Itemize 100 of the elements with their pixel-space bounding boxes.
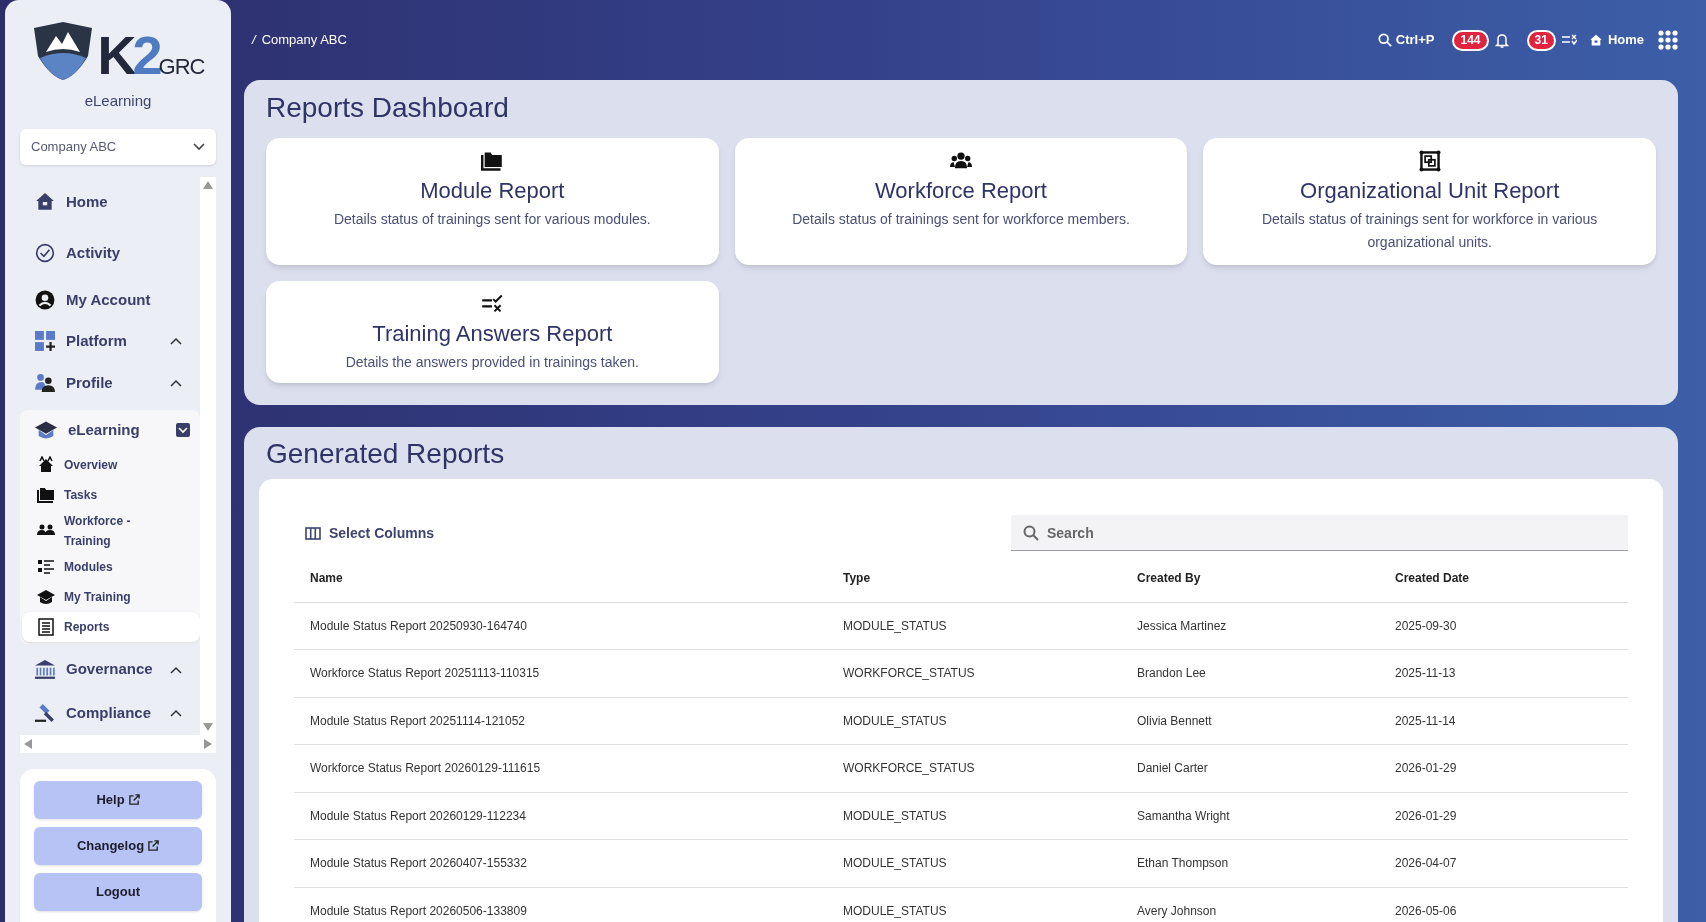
sidebar-item[interactable]: Governance	[20, 647, 200, 692]
table-cell: 2026-05-06	[1379, 887, 1628, 922]
columns-icon	[305, 526, 321, 540]
column-header[interactable]: Created By	[1121, 554, 1379, 602]
folder-icon	[481, 150, 504, 172]
document-list-icon	[36, 617, 56, 636]
lines-cross-icon	[1561, 34, 1577, 46]
grid-plus-icon	[34, 330, 56, 351]
table-cell: MODULE_STATUS	[827, 792, 1121, 840]
card-title: Training Answers Report	[372, 320, 613, 348]
table-cell: WORKFORCE_STATUS	[827, 744, 1121, 792]
table-cell: 2026-04-07	[1379, 839, 1628, 887]
sidebar-item[interactable]: Compliance	[20, 691, 200, 735]
table-cell: Module Status Report 20251114-121052	[294, 697, 827, 745]
sidebar-button[interactable]: Logout	[34, 872, 202, 911]
sidebar-item[interactable]: Platform	[20, 321, 200, 361]
sidebar-item[interactable]: My Account	[20, 278, 200, 322]
bank-icon	[34, 659, 56, 680]
card-title: Organizational Unit Report	[1300, 177, 1560, 205]
sidebar-item[interactable]: Activity	[20, 227, 200, 279]
notifications-button[interactable]	[1494, 32, 1509, 48]
scroll-right-arrow-icon[interactable]	[204, 738, 212, 749]
breadcrumb[interactable]: / Company ABC	[244, 30, 347, 50]
table-cell: Module Status Report 20260129-112234	[294, 792, 827, 840]
card-title: Module Report	[420, 177, 565, 205]
sidebar-item[interactable]: eLearning	[22, 409, 200, 450]
card-title: Workforce Report	[875, 177, 1047, 205]
table-cell: Workforce Status Report 20251113-110315	[294, 649, 827, 697]
table-cell: Module Status Report 20260407-155332	[294, 839, 827, 887]
search-icon	[1023, 525, 1039, 541]
table-cell: Avery Johnson	[1121, 887, 1379, 922]
lines-check-icon	[481, 293, 504, 315]
sidebar-button[interactable]: Help	[34, 780, 202, 819]
report-card[interactable]: Training Answers Report Details the answers provided in trainings taken.	[266, 281, 719, 383]
frame-squares-icon	[1418, 150, 1441, 172]
scroll-up-arrow-icon[interactable]	[203, 180, 213, 189]
select-columns-button[interactable]: Select Columns	[294, 522, 435, 544]
table-cell: 2025-09-30	[1379, 602, 1628, 650]
vertical-scrollbar[interactable]	[200, 176, 216, 735]
card-description: Details the answers provided in trainings taken.	[345, 353, 639, 372]
table-cell: Jessica Martinez	[1121, 602, 1379, 650]
check-circle-icon	[34, 243, 56, 264]
logo-wordmark: K2GRC	[97, 28, 205, 82]
section-title: Reports Dashboard	[266, 91, 510, 125]
card-description: Details status of trainings sent for workforce members.	[792, 210, 1130, 229]
card-description: Details status of trainings sent for various modules.	[333, 210, 651, 229]
table-cell: 2026-01-29	[1379, 744, 1628, 792]
table-cell: MODULE_STATUS	[827, 839, 1121, 887]
submenu-item[interactable]: Reports	[22, 611, 200, 642]
sidebar-item[interactable]: Profile	[20, 360, 200, 406]
users-icon	[34, 373, 56, 394]
table-cell: Module Status Report 20260506-133809	[294, 887, 827, 922]
count-badge: 144	[1452, 29, 1489, 51]
submenu-item[interactable]: My Training	[22, 581, 200, 612]
tasks-button[interactable]	[1561, 34, 1577, 46]
report-card[interactable]: Organizational Unit Report Details status of trainings sent for workforce in various organizational units.	[1203, 138, 1656, 265]
column-header[interactable]: Type	[827, 554, 1121, 602]
submenu-item[interactable]: Modules	[22, 551, 200, 582]
company-select[interactable]: Company ABC	[20, 128, 216, 165]
column-header[interactable]: Created Date	[1379, 554, 1628, 602]
scroll-left-arrow-icon[interactable]	[24, 738, 32, 749]
table-cell: 2026-01-29	[1379, 792, 1628, 840]
table-cell: Olivia Bennett	[1121, 697, 1379, 745]
apps-menu-button[interactable]	[1658, 30, 1678, 50]
submenu-item[interactable]: Tasks	[22, 479, 200, 510]
folder-icon	[36, 485, 56, 504]
product-name: eLearning	[84, 91, 152, 111]
home-icon	[1588, 33, 1603, 47]
table-cell: MODULE_STATUS	[827, 697, 1121, 745]
home-icon	[34, 192, 56, 213]
search-icon	[1377, 33, 1392, 47]
apps-grid-icon	[1658, 30, 1678, 50]
report-card[interactable]: Module Report Details status of trainings sent for various modules.	[266, 138, 719, 265]
list-icon	[36, 557, 56, 576]
submenu-item[interactable]: Overview	[22, 449, 200, 480]
table-cell: Workforce Status Report 20260129-111615	[294, 744, 827, 792]
graduation-cap-icon	[36, 587, 56, 606]
table-cell: 2025-11-13	[1379, 649, 1628, 697]
scroll-down-arrow-icon[interactable]	[203, 722, 213, 731]
table-cell: Module Status Report 20250930-164740	[294, 602, 827, 650]
gavel-icon	[34, 702, 56, 723]
search-shortcut-button[interactable]: Ctrl+P	[1377, 30, 1435, 50]
bell-icon	[1494, 32, 1509, 48]
logo-shield-icon	[31, 20, 94, 82]
table-cell: MODULE_STATUS	[827, 602, 1121, 650]
sidebar-item[interactable]: Home	[20, 176, 200, 228]
report-card[interactable]: Workforce Report Details status of trainings sent for workforce members.	[734, 138, 1188, 265]
home-link[interactable]: Home	[1588, 30, 1644, 50]
table-cell: MODULE_STATUS	[827, 887, 1121, 922]
user-circle-icon	[34, 290, 56, 311]
horizontal-scrollbar[interactable]	[20, 734, 216, 753]
column-header[interactable]: Name	[294, 554, 827, 602]
table-cell: Samantha Wright	[1121, 792, 1379, 840]
sidebar-button[interactable]: Changelog	[34, 826, 202, 865]
table-cell: 2025-11-14	[1379, 697, 1628, 745]
chevron-down-icon	[193, 142, 205, 151]
table-cell: Daniel Carter	[1121, 744, 1379, 792]
count-badge: 31	[1526, 29, 1556, 51]
submenu-item[interactable]: Workforce - Training	[22, 509, 200, 552]
search-field[interactable]: Search	[1011, 515, 1628, 551]
